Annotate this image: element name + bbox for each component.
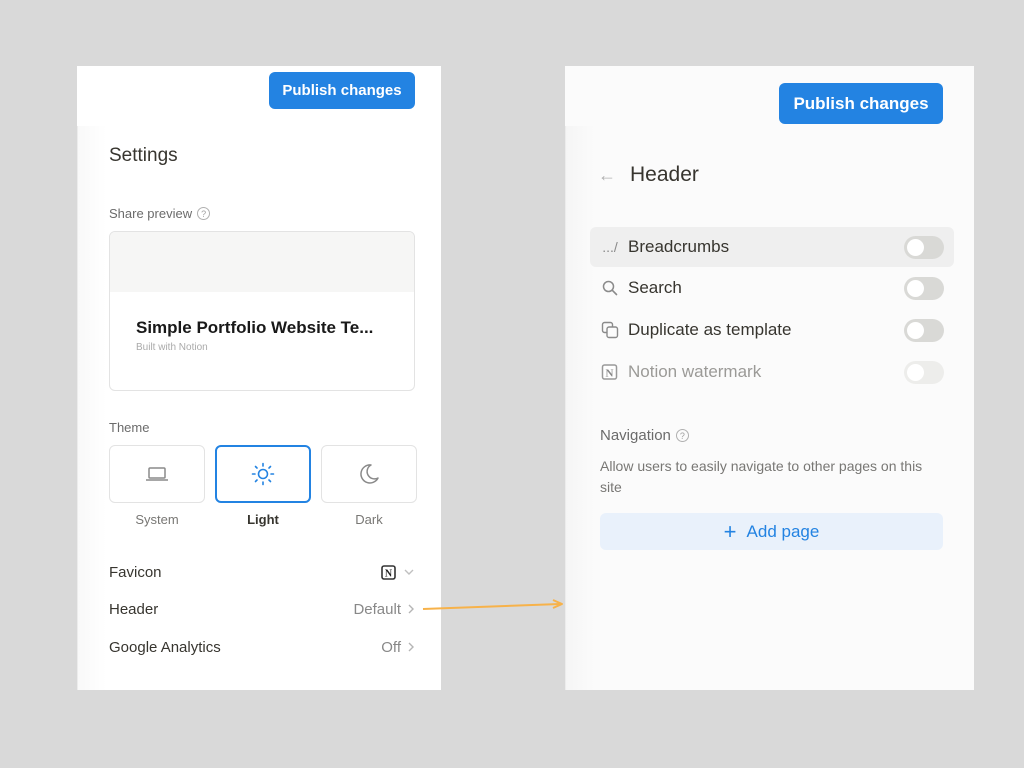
breadcrumbs-row[interactable]: .../ Breadcrumbs xyxy=(590,227,954,267)
share-preview-title: Simple Portfolio Website Te... xyxy=(136,318,374,337)
back-arrow-icon[interactable]: ← xyxy=(598,165,616,186)
theme-name: System xyxy=(135,512,179,527)
annotation-arrow-line xyxy=(422,603,561,610)
svg-text:N: N xyxy=(606,368,614,380)
theme-option-system[interactable]: System xyxy=(109,445,205,527)
search-label: Search xyxy=(628,278,682,297)
header-value: Default xyxy=(353,601,415,618)
settings-title: Settings xyxy=(109,145,178,166)
header-title: Header xyxy=(630,163,699,186)
notion-logo-icon: N xyxy=(601,364,618,380)
share-preview-subtitle: Built with Notion xyxy=(136,342,208,353)
publish-changes-button[interactable]: Publish changes xyxy=(269,72,415,109)
duplicate-icon xyxy=(601,321,619,339)
notion-watermark-toggle xyxy=(904,360,944,384)
chevron-down-icon xyxy=(404,569,414,575)
header-row[interactable]: Header Default xyxy=(109,597,415,621)
favicon-value: N xyxy=(381,564,415,580)
duplicate-template-toggle[interactable] xyxy=(904,318,944,342)
theme-options: System Light Dark xyxy=(109,445,417,527)
help-icon[interactable]: ? xyxy=(197,207,211,220)
share-preview-cover xyxy=(110,232,414,292)
google-analytics-value-text: Off xyxy=(381,638,401,656)
settings-panel: Publish changes Settings Share preview ?… xyxy=(77,66,441,690)
theme-option-light[interactable]: Light xyxy=(215,445,311,527)
notion-logo-icon: N xyxy=(381,565,396,580)
navigation-label: Navigation ? xyxy=(600,427,689,444)
help-icon[interactable]: ? xyxy=(675,429,689,442)
navigation-label-text: Navigation xyxy=(600,427,671,444)
navigation-description: Allow users to easily navigate to other … xyxy=(600,458,923,495)
breadcrumbs-toggle[interactable] xyxy=(904,235,944,259)
theme-box xyxy=(109,445,205,503)
theme-box xyxy=(321,445,417,503)
chevron-right-icon xyxy=(408,604,414,614)
add-page-button[interactable]: + Add page xyxy=(600,513,943,550)
publish-changes-button[interactable]: Publish changes xyxy=(779,83,943,124)
breadcrumbs-icon: .../ xyxy=(602,239,618,255)
google-analytics-row[interactable]: Google Analytics Off xyxy=(109,635,415,659)
theme-option-dark[interactable]: Dark xyxy=(321,445,417,527)
add-page-label: Add page xyxy=(746,521,820,541)
share-preview-card: Simple Portfolio Website Te... Built wit… xyxy=(109,231,415,391)
google-analytics-label: Google Analytics xyxy=(109,638,221,656)
favicon-label: Favicon xyxy=(109,563,162,581)
share-preview-label-text: Share preview xyxy=(109,206,193,221)
laptop-icon xyxy=(146,467,168,481)
header-settings-panel: Publish changes ← Header .../ Breadcrumb… xyxy=(565,66,974,690)
theme-label: Theme xyxy=(109,420,150,435)
search-row[interactable]: Search xyxy=(590,268,954,308)
notion-watermark-row: N Notion watermark xyxy=(590,352,954,392)
notion-watermark-label: Notion watermark xyxy=(628,362,762,381)
theme-name: Dark xyxy=(355,512,383,527)
search-icon xyxy=(602,280,618,296)
chevron-right-icon xyxy=(408,642,414,652)
header-value-text: Default xyxy=(353,600,401,618)
theme-name: Light xyxy=(247,512,279,527)
favicon-row[interactable]: Favicon N xyxy=(109,560,415,584)
duplicate-template-label: Duplicate as template xyxy=(628,320,792,339)
annotation-arrow-head xyxy=(552,599,563,609)
moon-icon xyxy=(360,464,379,484)
header-title-row: ← Header xyxy=(598,163,699,187)
duplicate-template-row[interactable]: Duplicate as template xyxy=(590,310,954,350)
breadcrumbs-label: Breadcrumbs xyxy=(628,237,730,256)
google-analytics-value: Off xyxy=(381,639,415,656)
share-preview-label: Share preview ? xyxy=(109,206,211,221)
panel-edge xyxy=(77,126,107,690)
header-label: Header xyxy=(109,600,159,618)
sun-icon xyxy=(251,462,275,486)
plus-icon: + xyxy=(723,518,737,544)
panel-edge xyxy=(565,126,595,690)
svg-text:N: N xyxy=(385,569,393,580)
theme-box xyxy=(215,445,311,503)
search-toggle[interactable] xyxy=(904,276,944,300)
